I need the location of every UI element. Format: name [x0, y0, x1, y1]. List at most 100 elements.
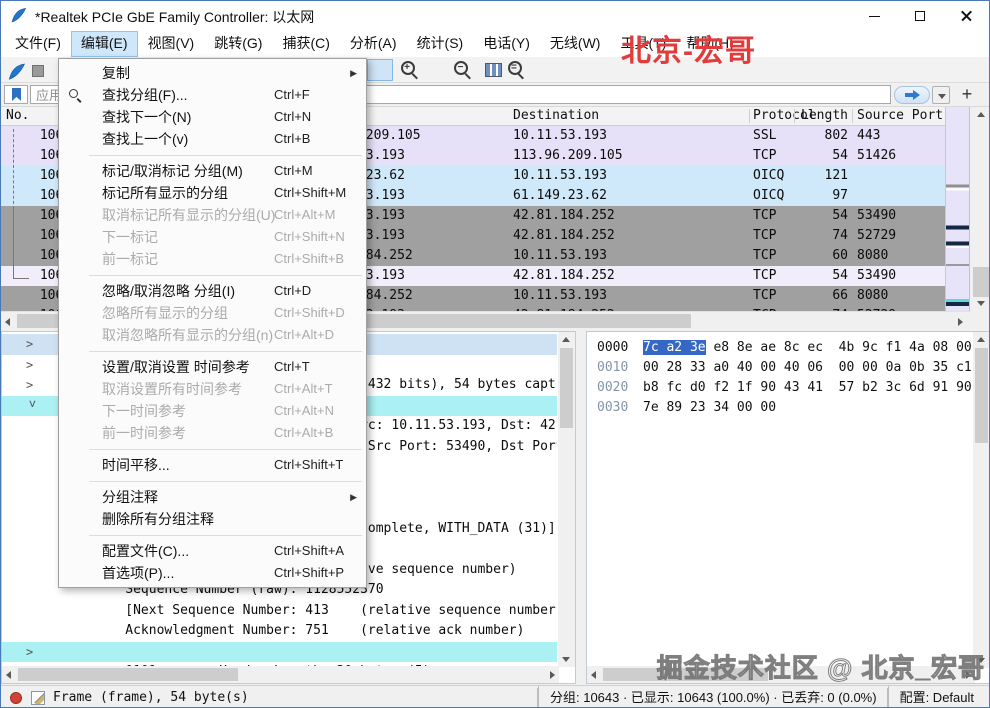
column-header-no[interactable]: No. [6, 107, 29, 125]
menu-item[interactable]: 设置/取消设置 时间参考 Ctrl+T [59, 356, 366, 378]
menu-item[interactable]: 查找上一个(v) Ctrl+B [59, 128, 366, 150]
expand-arrow-icon[interactable]: > [26, 642, 38, 663]
close-button[interactable] [943, 1, 989, 31]
menu-item[interactable]: 下一时间参考 Ctrl+Alt+N [59, 400, 366, 422]
scrollbar-thumb[interactable] [975, 348, 988, 443]
menu-item[interactable]: 删除所有分组注释 [59, 508, 366, 530]
cell-source-port: 8080 [857, 288, 889, 303]
expert-info-icon[interactable] [10, 692, 22, 704]
menu-item[interactable] [59, 270, 366, 280]
hex-row[interactable]: 0000 7c a2 3e e8 8e ae 8c ec 4b 9c f1 4a … [587, 338, 973, 358]
menu-item[interactable]: 标记所有显示的分组 Ctrl+Shift+M [59, 182, 366, 204]
scroll-up-icon[interactable] [977, 112, 985, 117]
menu-item[interactable]: 配置文件(C)... Ctrl+Shift+A [59, 540, 366, 562]
menubar-item[interactable]: 捕获(C) [272, 31, 339, 57]
stop-capture-icon[interactable] [32, 65, 44, 77]
menu-item[interactable]: 查找下一个(N) Ctrl+N [59, 106, 366, 128]
scrollbar-thumb[interactable] [560, 348, 573, 428]
coloring-rules-button[interactable] [367, 59, 393, 81]
filter-dropdown-button[interactable] [932, 86, 950, 104]
menubar-item[interactable]: 编辑(E) [70, 31, 138, 57]
zoom-out-icon[interactable]: − [452, 59, 473, 80]
menubar-item[interactable]: 跳转(G) [204, 31, 272, 57]
cell-destination: 10.11.53.193 [513, 168, 607, 183]
filter-bookmark-button[interactable] [4, 85, 28, 104]
menu-item[interactable]: 标记/取消标记 分组(M) Ctrl+M [59, 160, 366, 182]
cell-protocol: TCP [753, 208, 777, 223]
menu-item[interactable]: 前一时间参考 Ctrl+Alt+B [59, 422, 366, 444]
menu-item[interactable] [59, 346, 366, 356]
minimize-button[interactable] [851, 1, 897, 31]
zoom-in-icon[interactable]: + [399, 59, 420, 80]
apply-filter-button[interactable] [894, 86, 930, 104]
hex-vscrollbar[interactable] [973, 332, 989, 668]
scroll-down-icon[interactable] [562, 657, 570, 662]
menubar-item[interactable]: 分析(A) [340, 31, 407, 57]
menu-item[interactable]: 取消忽略所有显示的分组(n) Ctrl+Alt+D [59, 324, 366, 346]
menu-item[interactable] [59, 444, 366, 454]
scrollbar-thumb[interactable] [18, 668, 238, 681]
capture-comment-icon[interactable] [31, 691, 45, 705]
packet-list-vscrollbar[interactable] [971, 107, 989, 311]
column-header-length[interactable]: Length [796, 107, 848, 125]
menu-item[interactable] [59, 530, 366, 540]
menu-item[interactable]: 忽略所有显示的分组 Ctrl+Shift+D [59, 302, 366, 324]
detail-hscrollbar[interactable] [2, 666, 559, 683]
hex-selected-bytes[interactable]: 7c a2 3e [643, 340, 706, 355]
menu-item[interactable]: 下一标记 Ctrl+Shift+N [59, 226, 366, 248]
scroll-right-icon[interactable] [550, 671, 555, 679]
menubar-item[interactable]: 电话(Y) [473, 31, 540, 57]
hex-bytes[interactable]: b8 fc d0 f2 1f 90 43 41 57 b2 3c 6d 91 9… [643, 380, 973, 395]
hex-row[interactable]: 0020 b8 fc d0 f2 1f 90 43 41 57 b2 3c 6d … [587, 378, 973, 398]
wireshark-window: *Realtek PCIe GbE Family Controller: 以太网… [0, 0, 990, 708]
menu-item[interactable] [59, 150, 366, 160]
hex-bytes[interactable]: 00 28 33 a0 40 00 40 06 00 00 0a 0b 35 c… [643, 360, 973, 375]
detail-line[interactable]: 0101 .... = Header Length: 20 bytes (5) [2, 621, 557, 666]
scroll-up-icon[interactable] [562, 337, 570, 342]
scroll-left-icon[interactable] [6, 671, 11, 679]
menu-item[interactable]: 忽略/取消忽略 分组(I) Ctrl+D [59, 280, 366, 302]
menu-item[interactable] [59, 476, 366, 486]
hex-bytes[interactable]: e8 8e ae 8c ec 4b 9c f1 4a 08 00 45 00 [706, 340, 973, 355]
scroll-left-icon[interactable] [5, 318, 10, 326]
add-filter-button[interactable]: + [957, 83, 977, 107]
menu-item[interactable]: 复制 ▶ [59, 62, 366, 84]
detail-vscrollbar[interactable] [558, 332, 575, 667]
column-separator [749, 109, 750, 123]
menu-item[interactable]: 时间平移... Ctrl+Shift+T [59, 454, 366, 476]
menubar-item[interactable]: 统计(S) [407, 31, 474, 57]
menu-item[interactable]: 查找分组(F)... Ctrl+F [59, 84, 366, 106]
expand-arrow-icon[interactable]: > [22, 400, 43, 412]
hex-bytes[interactable]: 7e 89 23 34 00 00 [643, 400, 776, 415]
maximize-button[interactable] [897, 1, 943, 31]
scrollbar-thumb[interactable] [973, 267, 989, 297]
expand-arrow-icon[interactable]: > [26, 355, 38, 376]
resize-columns-icon[interactable] [485, 63, 502, 77]
expand-arrow-icon[interactable]: > [26, 375, 38, 396]
scroll-up-icon[interactable] [977, 337, 985, 342]
wireshark-fin-icon[interactable] [7, 61, 26, 83]
menu-item-icon [68, 544, 82, 558]
hex-row[interactable]: 0030 7e 89 23 34 00 00 [587, 398, 973, 418]
zoom-reset-icon[interactable]: = [506, 59, 527, 80]
apply-arrow-icon [904, 93, 913, 97]
menu-item[interactable]: 分组注释 ▶ [59, 486, 366, 508]
column-header-source-port[interactable]: Source Port [857, 107, 943, 125]
menu-item[interactable]: 前一标记 Ctrl+Shift+B [59, 248, 366, 270]
profile-badge[interactable]: 配置: Default [887, 686, 985, 707]
detail-line[interactable]: > Flags: 0x011 (FIN, ACK) [2, 641, 557, 663]
hex-row[interactable]: 0010 00 28 33 a0 40 00 40 06 00 00 0a 0b … [587, 358, 973, 378]
expand-arrow-icon[interactable]: > [26, 334, 38, 355]
menu-item[interactable]: 取消设置所有时间参考 Ctrl+Alt+T [59, 378, 366, 400]
scroll-down-icon[interactable] [977, 301, 985, 306]
intelligent-scrollbar[interactable] [946, 107, 970, 311]
menu-item[interactable]: 取消标记所有显示的分组(U) Ctrl+Alt+M [59, 204, 366, 226]
column-header-destination[interactable]: Destination [513, 107, 599, 125]
detail-line[interactable]: Acknowledgment number (raw): 1013813648 [2, 601, 557, 659]
menubar-item[interactable]: 文件(F) [5, 31, 71, 57]
scroll-left-icon[interactable] [591, 671, 596, 679]
menubar-item[interactable]: 视图(V) [138, 31, 205, 57]
menubar-item[interactable]: 无线(W) [540, 31, 611, 57]
scroll-right-icon[interactable] [958, 318, 963, 326]
menu-item[interactable]: 首选项(P)... Ctrl+Shift+P [59, 562, 366, 584]
